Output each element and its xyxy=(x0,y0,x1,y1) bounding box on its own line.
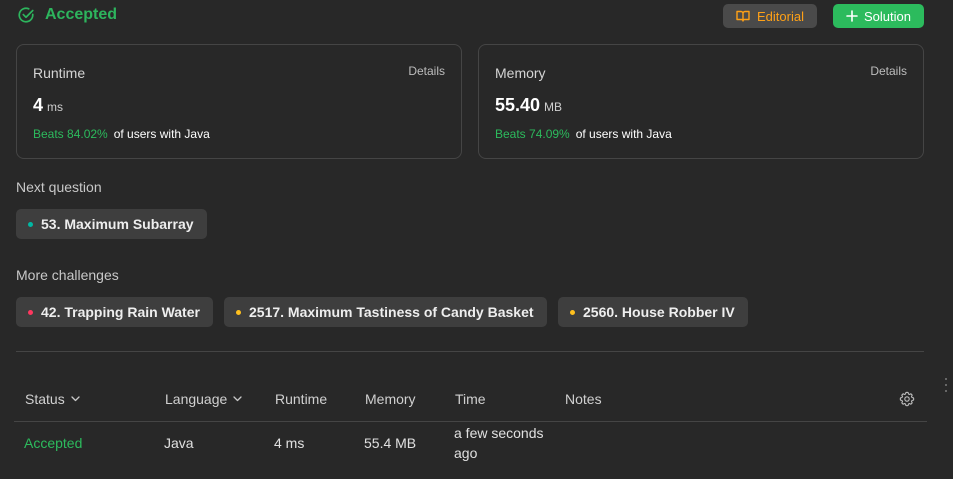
challenge-title: 42. Trapping Rain Water xyxy=(41,304,200,320)
runtime-number: 4 xyxy=(33,95,44,115)
table-header-divider xyxy=(14,421,927,422)
next-question-heading: Next question xyxy=(16,179,102,195)
memory-value: 55.40 MB xyxy=(495,95,562,116)
status-column-filter[interactable]: Status xyxy=(25,391,80,407)
status-text: Accepted xyxy=(45,6,118,23)
status-header-label: Status xyxy=(25,391,65,407)
runtime-beats-percent: Beats 84.02% xyxy=(33,127,108,141)
plus-icon xyxy=(846,10,858,22)
memory-number: 55.40 xyxy=(495,95,541,115)
runtime-value: 4 ms xyxy=(33,95,63,116)
check-circle-icon xyxy=(18,7,34,23)
row-memory: 55.4 MB xyxy=(364,435,417,451)
language-column-filter[interactable]: Language xyxy=(165,391,242,407)
editorial-label: Editorial xyxy=(757,8,804,24)
row-language: Java xyxy=(164,435,194,451)
solution-label: Solution xyxy=(864,8,911,24)
runtime-unit: ms xyxy=(47,100,64,114)
challenge-chip[interactable]: 42. Trapping Rain Water xyxy=(16,297,213,327)
row-time-line2: ago xyxy=(454,445,478,461)
difficulty-dot-icon xyxy=(570,309,575,315)
book-icon xyxy=(736,10,750,22)
runtime-column-header: Runtime xyxy=(275,391,328,407)
runtime-beats: Beats 84.02% of users with Java xyxy=(33,127,210,141)
difficulty-dot-icon xyxy=(28,221,33,227)
language-header-label: Language xyxy=(165,391,228,407)
time-column-header: Time xyxy=(455,391,486,407)
memory-beats-percent: Beats 74.09% xyxy=(495,127,570,141)
post-solution-button[interactable]: Solution xyxy=(833,4,924,28)
submission-result-panel: Accepted Editorial Solution Runtime Deta… xyxy=(0,0,953,479)
next-question-chip[interactable]: 53. Maximum Subarray xyxy=(16,209,207,239)
editorial-button[interactable]: Editorial xyxy=(723,4,817,28)
gear-icon[interactable] xyxy=(899,391,915,407)
resize-handle[interactable] xyxy=(944,378,948,398)
row-runtime: 4 ms xyxy=(274,435,305,451)
memory-beats: Beats 74.09% of users with Java xyxy=(495,127,672,141)
challenge-chip[interactable]: 2517. Maximum Tastiness of Candy Basket xyxy=(224,297,547,327)
difficulty-dot-icon xyxy=(236,309,241,315)
next-question-title: 53. Maximum Subarray xyxy=(41,216,194,232)
challenge-title: 2560. House Robber IV xyxy=(583,304,735,320)
memory-details-link[interactable]: Details xyxy=(870,64,907,78)
chevron-down-icon xyxy=(233,396,242,402)
section-divider xyxy=(16,351,924,352)
runtime-beats-suffix: of users with Java xyxy=(113,127,210,141)
memory-unit: MB xyxy=(544,100,563,114)
row-status-accepted-link[interactable]: Accepted xyxy=(24,435,82,451)
memory-beats-suffix: of users with Java xyxy=(575,127,672,141)
challenge-title: 2517. Maximum Tastiness of Candy Basket xyxy=(249,304,534,320)
runtime-card[interactable]: Runtime Details 4 ms Beats 84.02% of users… xyxy=(16,44,462,159)
row-time-line1: a few seconds xyxy=(454,425,544,441)
memory-column-header: Memory xyxy=(365,391,416,407)
runtime-details-link[interactable]: Details xyxy=(408,64,445,78)
difficulty-dot-icon xyxy=(28,309,33,315)
notes-column-header: Notes xyxy=(565,391,602,407)
memory-card[interactable]: Memory Details 55.40 MB Beats 74.09% of us… xyxy=(478,44,924,159)
runtime-label: Runtime xyxy=(33,65,86,81)
challenge-chip[interactable]: 2560. House Robber IV xyxy=(558,297,748,327)
chevron-down-icon xyxy=(71,396,80,402)
more-challenges-heading: More challenges xyxy=(16,267,119,283)
memory-label: Memory xyxy=(495,65,546,81)
submission-status: Accepted xyxy=(17,6,117,24)
